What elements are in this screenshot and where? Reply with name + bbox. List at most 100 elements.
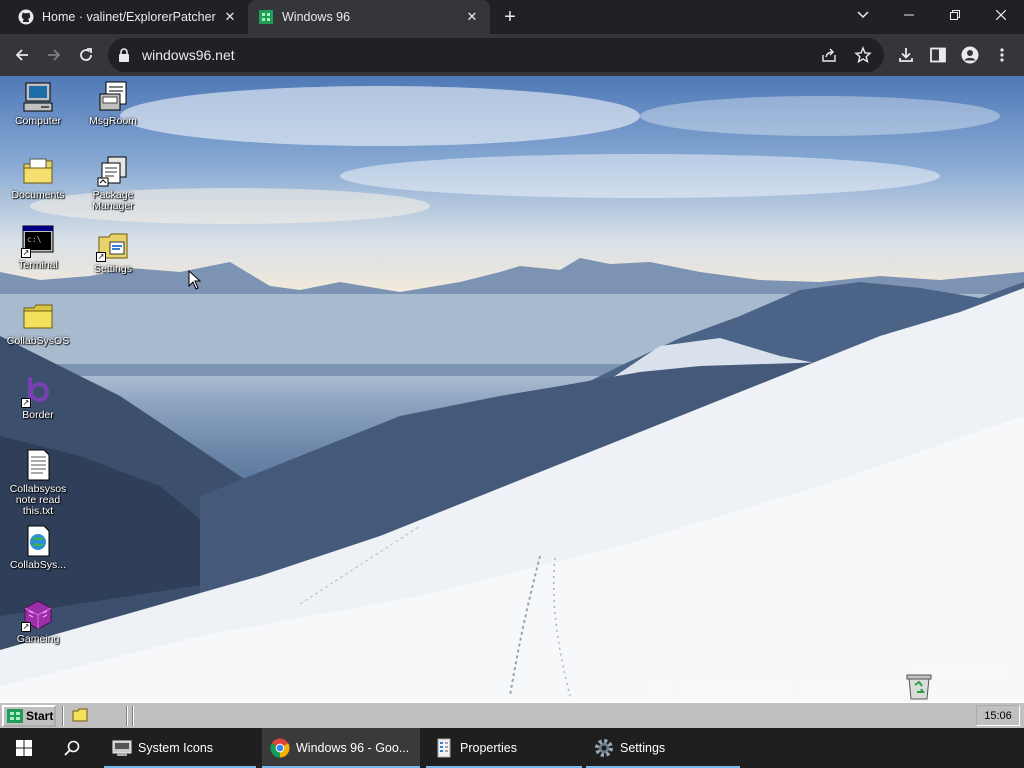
shortcut-arrow-icon: ↗ bbox=[21, 248, 31, 258]
chrome-menu-button[interactable] bbox=[986, 39, 1018, 71]
win96-logo-icon bbox=[7, 709, 23, 723]
gameing-icon: ↗ bbox=[21, 598, 55, 632]
shortcut-arrow-icon: ↗ bbox=[21, 622, 31, 632]
icon-label: Collabsysos note read this.txt bbox=[9, 483, 67, 517]
icon-label: Documents bbox=[11, 189, 65, 201]
globe-app-icon bbox=[21, 524, 55, 558]
quicklaunch-folder-icon[interactable] bbox=[72, 708, 88, 722]
terminal-icon: c:\ ↗ bbox=[21, 224, 55, 258]
taskbar-separator bbox=[126, 706, 128, 726]
win96-taskbar: Start 15:06 bbox=[0, 702, 1024, 728]
icon-label: Gameing bbox=[16, 633, 60, 645]
close-icon bbox=[996, 10, 1006, 20]
profile-button[interactable] bbox=[954, 39, 986, 71]
chrome-icon bbox=[270, 738, 290, 758]
taskbar-app-chrome[interactable]: Windows 96 - Goo... bbox=[262, 728, 420, 768]
wallpaper-mountains bbox=[0, 86, 1024, 702]
icon-label: Settings bbox=[94, 263, 132, 275]
desktop-icon-computer[interactable]: Computer bbox=[2, 80, 74, 127]
taskbar-separator bbox=[62, 706, 64, 726]
address-bar[interactable]: windows96.net bbox=[108, 38, 884, 72]
search-icon bbox=[64, 740, 80, 756]
desktop-icon-package-manager[interactable]: Package Manager bbox=[77, 154, 149, 212]
taskbar-app-system-icons[interactable]: System Icons bbox=[104, 728, 256, 768]
desktop-icon-msgroom[interactable]: MsgRoom bbox=[77, 80, 149, 127]
computer-icon bbox=[21, 80, 55, 114]
mouse-cursor-icon bbox=[188, 270, 202, 290]
profile-icon bbox=[961, 46, 979, 64]
desktop-icon-terminal[interactable]: c:\ ↗ Terminal bbox=[2, 224, 74, 271]
start-label: Start bbox=[26, 709, 54, 723]
desktop-icon-border[interactable]: ↗ Border bbox=[2, 374, 74, 421]
svg-text:c:\: c:\ bbox=[27, 235, 42, 244]
shortcut-arrow-icon: ↗ bbox=[21, 398, 31, 408]
downloads-button[interactable] bbox=[890, 39, 922, 71]
taskbar-app-label: System Icons bbox=[138, 741, 214, 755]
windows-taskbar: System Icons Windows 96 - Goo... Propert… bbox=[0, 728, 1024, 768]
lock-icon[interactable] bbox=[118, 47, 130, 63]
back-button[interactable] bbox=[6, 39, 38, 71]
icon-label: Border bbox=[22, 409, 54, 421]
desktop-icon-settings[interactable]: ↗ Settings bbox=[77, 228, 149, 275]
taskbar-app-settings[interactable]: Settings bbox=[586, 728, 740, 768]
tab-title: Home · valinet/ExplorerPatcher bbox=[42, 10, 216, 24]
reload-icon bbox=[80, 48, 92, 61]
forward-arrow-icon bbox=[48, 49, 61, 61]
icon-label: CollabSys... bbox=[9, 559, 67, 571]
desktop-icon-collabsysos[interactable]: CollabSysOS bbox=[2, 300, 74, 347]
desktop-icon-collabsys-app[interactable]: CollabSys... bbox=[2, 524, 74, 571]
icon-label: CollabSysOS bbox=[6, 335, 70, 347]
tab-close-icon[interactable]: ✕ bbox=[222, 9, 238, 25]
border-icon: ↗ bbox=[21, 374, 55, 408]
version-watermark-build: rust 1.4.0+06b2a5c bbf4e 10/12/22 pre-be… bbox=[648, 683, 937, 694]
restore-icon bbox=[950, 10, 960, 20]
side-panel-icon bbox=[930, 47, 946, 63]
github-icon bbox=[18, 9, 34, 25]
new-tab-button[interactable]: + bbox=[498, 5, 522, 29]
forward-button[interactable] bbox=[38, 39, 70, 71]
bookmark-star-icon[interactable] bbox=[854, 46, 872, 64]
win96-clock[interactable]: 15:06 bbox=[976, 705, 1020, 726]
win96-desktop[interactable]: Computer MsgRoom Documents Package Manag… bbox=[0, 76, 1024, 702]
folder-icon bbox=[21, 300, 55, 334]
icon-label: MsgRoom bbox=[89, 115, 137, 127]
taskbar-separator bbox=[132, 706, 134, 726]
download-icon bbox=[899, 48, 913, 62]
browser-toolbar: windows96.net bbox=[0, 34, 1024, 76]
minimize-icon bbox=[904, 14, 914, 16]
windows-start-button[interactable] bbox=[0, 728, 48, 768]
tab-windows96[interactable]: Windows 96 ✕ bbox=[248, 0, 490, 34]
windows-logo-icon bbox=[16, 740, 32, 756]
tab-search-button[interactable] bbox=[840, 0, 886, 30]
taskbar-app-label: Properties bbox=[460, 741, 517, 755]
desktop-icon-documents[interactable]: Documents bbox=[2, 154, 74, 201]
restore-button[interactable] bbox=[932, 0, 978, 30]
text-file-icon bbox=[21, 448, 55, 482]
recycle-bin-icon[interactable] bbox=[904, 672, 934, 700]
back-arrow-icon bbox=[15, 49, 28, 61]
taskbar-search-button[interactable] bbox=[48, 728, 96, 768]
settings-icon: ↗ bbox=[96, 228, 130, 262]
side-panel-button[interactable] bbox=[922, 39, 954, 71]
close-window-button[interactable] bbox=[978, 0, 1024, 30]
icon-label: Terminal bbox=[18, 259, 58, 271]
properties-icon bbox=[434, 738, 454, 758]
package-manager-icon bbox=[96, 154, 130, 188]
msgroom-icon bbox=[96, 80, 130, 114]
chevron-down-icon bbox=[857, 11, 869, 19]
taskbar-app-properties[interactable]: Properties bbox=[426, 728, 582, 768]
gear-icon bbox=[594, 738, 614, 758]
more-vertical-icon bbox=[1000, 48, 1004, 62]
reload-button[interactable] bbox=[70, 39, 102, 71]
win96-start-button[interactable]: Start bbox=[2, 705, 56, 727]
icon-label: Package Manager bbox=[92, 189, 134, 212]
desktop-icon-gameing[interactable]: ↗ Gameing bbox=[2, 598, 74, 645]
share-icon[interactable] bbox=[820, 46, 838, 64]
url-text: windows96.net bbox=[142, 47, 235, 63]
tab-close-icon[interactable]: ✕ bbox=[464, 9, 480, 25]
documents-folder-icon bbox=[21, 154, 55, 188]
minimize-button[interactable] bbox=[886, 0, 932, 30]
desktop-icon-note-txt[interactable]: Collabsysos note read this.txt bbox=[2, 448, 74, 517]
taskbar-app-label: Windows 96 - Goo... bbox=[296, 741, 410, 755]
tab-github[interactable]: Home · valinet/ExplorerPatcher ✕ bbox=[8, 0, 248, 34]
